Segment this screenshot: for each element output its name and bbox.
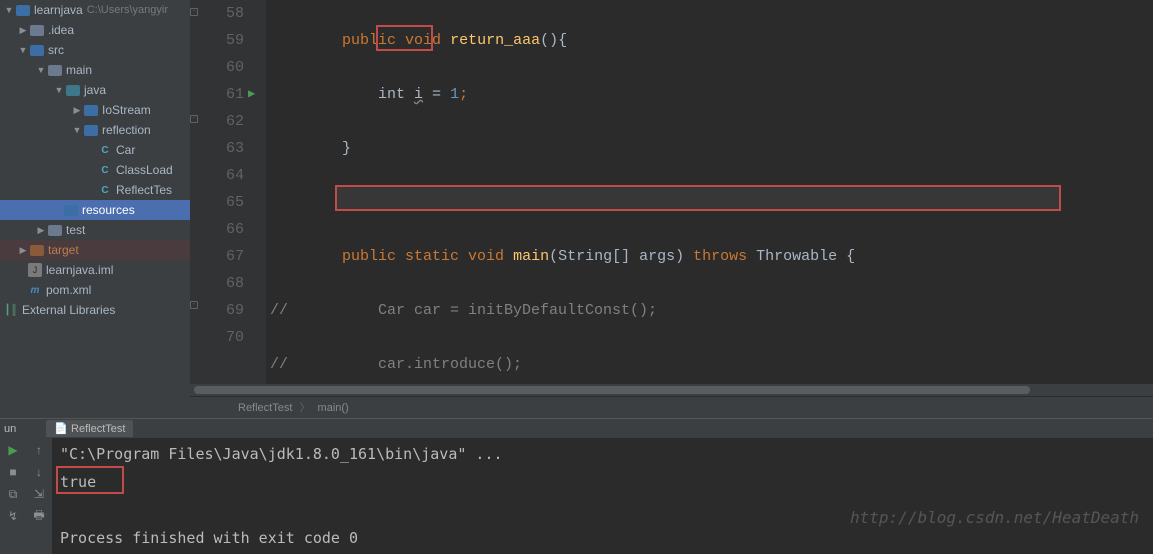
run-panel: un 📄 ReflectTest ▶ ■ ⧉ ↯ ↑ ↓ ⇲ 🖶 "C:\ (0, 418, 1153, 554)
tree-label: test (66, 223, 85, 237)
console-output[interactable]: "C:\Program Files\Java\jdk1.8.0_161\bin\… (52, 438, 1153, 554)
run-toolbar: ▶ ■ ⧉ ↯ ↑ ↓ ⇲ 🖶 (0, 438, 52, 554)
chevron-right-icon: 〉 (299, 402, 310, 414)
tree-label: ClassLoad (116, 163, 173, 177)
tree-label: pom.xml (46, 283, 91, 297)
highlight-true (56, 466, 124, 494)
run-gutter-icon[interactable]: ▶ (248, 81, 255, 108)
up-icon[interactable]: ↑ (31, 442, 47, 458)
tree-reflecttest[interactable]: C ReflectTes (0, 180, 190, 200)
class-icon: C (98, 143, 112, 157)
folder-icon (16, 5, 30, 16)
tree-root-path: C:\Users\yangyir (87, 4, 168, 16)
tree-label: Car (116, 143, 135, 157)
fold-icon[interactable]: - (190, 301, 198, 309)
tree-label: src (48, 43, 64, 57)
tree-label: IoStream (102, 103, 151, 117)
class-icon: C (98, 183, 112, 197)
layout-icon[interactable]: ⧉ (5, 486, 21, 502)
tree-root[interactable]: learnjava C:\Users\yangyir (0, 0, 190, 20)
tree-car[interactable]: C Car (0, 140, 190, 160)
tree-label: learnjava.iml (46, 263, 113, 277)
folder-icon (30, 25, 44, 36)
run-tab[interactable]: 📄 ReflectTest (46, 420, 133, 437)
tree-label: java (84, 83, 106, 97)
package-icon (84, 105, 98, 116)
tree-extlib[interactable]: ┃║ External Libraries (0, 300, 190, 320)
tree-target[interactable]: target (0, 240, 190, 260)
tree-label: External Libraries (22, 303, 115, 317)
tree-pom[interactable]: m pom.xml (0, 280, 190, 300)
folder-icon (66, 85, 80, 96)
console-line: "C:\Program Files\Java\jdk1.8.0_161\bin\… (60, 440, 1145, 468)
console-line: true (60, 468, 1145, 496)
breadcrumb-method[interactable]: main() (318, 402, 349, 414)
package-icon (84, 125, 98, 136)
fold-icon[interactable]: - (190, 8, 198, 16)
tree-label: target (48, 243, 79, 257)
watermark: http://blog.csdn.net/HeatDeath (850, 504, 1139, 532)
settings-icon[interactable]: ↯ (5, 508, 21, 524)
editor-breadcrumb[interactable]: ReflectTest 〉 main() (190, 396, 1153, 418)
tree-reflection[interactable]: reflection (0, 120, 190, 140)
run-panel-header[interactable]: un 📄 ReflectTest (0, 419, 1153, 438)
print-icon[interactable]: 🖶 (31, 508, 47, 524)
wrap-icon[interactable]: ⇲ (31, 486, 47, 502)
tree-idea[interactable]: .idea (0, 20, 190, 40)
library-icon: ┃║ (4, 303, 18, 317)
run-tool-label: un (4, 423, 16, 435)
breadcrumb-class[interactable]: ReflectTest (238, 402, 292, 414)
tree-resources[interactable]: resources (0, 200, 190, 220)
code-editor[interactable]: 58 59 60 61 62 63 64 65 66 67 68 69 70 ▶… (190, 0, 1153, 384)
tree-java[interactable]: java (0, 80, 190, 100)
editor-pane: 58 59 60 61 62 63 64 65 66 67 68 69 70 ▶… (190, 0, 1153, 418)
fold-icon[interactable]: - (190, 115, 198, 123)
rerun-icon[interactable]: ▶ (5, 442, 21, 458)
tree-main[interactable]: main (0, 60, 190, 80)
highlight-void (376, 25, 433, 51)
tree-src[interactable]: src (0, 40, 190, 60)
resources-icon (64, 205, 78, 216)
down-icon[interactable]: ↓ (31, 464, 47, 480)
tree-iml[interactable]: J learnjava.iml (0, 260, 190, 280)
project-tree[interactable]: learnjava C:\Users\yangyir .idea src mai… (0, 0, 190, 418)
horizontal-scrollbar[interactable] (190, 384, 1153, 396)
folder-icon (30, 45, 44, 56)
tree-label: reflection (102, 123, 151, 137)
tree-label: .idea (48, 23, 74, 37)
tree-label: main (66, 63, 92, 77)
class-icon: C (98, 163, 112, 177)
maven-icon: m (28, 283, 42, 297)
code-body[interactable]: public void return_aaa(){ int i = 1; } p… (266, 0, 1153, 384)
tree-iostream[interactable]: IoStream (0, 100, 190, 120)
tree-classload[interactable]: C ClassLoad (0, 160, 190, 180)
tree-label: resources (82, 203, 135, 217)
stop-icon[interactable]: ■ (5, 464, 21, 480)
tree-label: learnjava (34, 3, 83, 17)
iml-icon: J (28, 263, 42, 277)
line-gutter[interactable]: 58 59 60 61 62 63 64 65 66 67 68 69 70 ▶… (190, 0, 266, 384)
tree-label: ReflectTes (116, 183, 172, 197)
folder-icon (48, 225, 62, 236)
folder-icon (48, 65, 62, 76)
folder-icon (30, 245, 44, 256)
tree-test[interactable]: test (0, 220, 190, 240)
